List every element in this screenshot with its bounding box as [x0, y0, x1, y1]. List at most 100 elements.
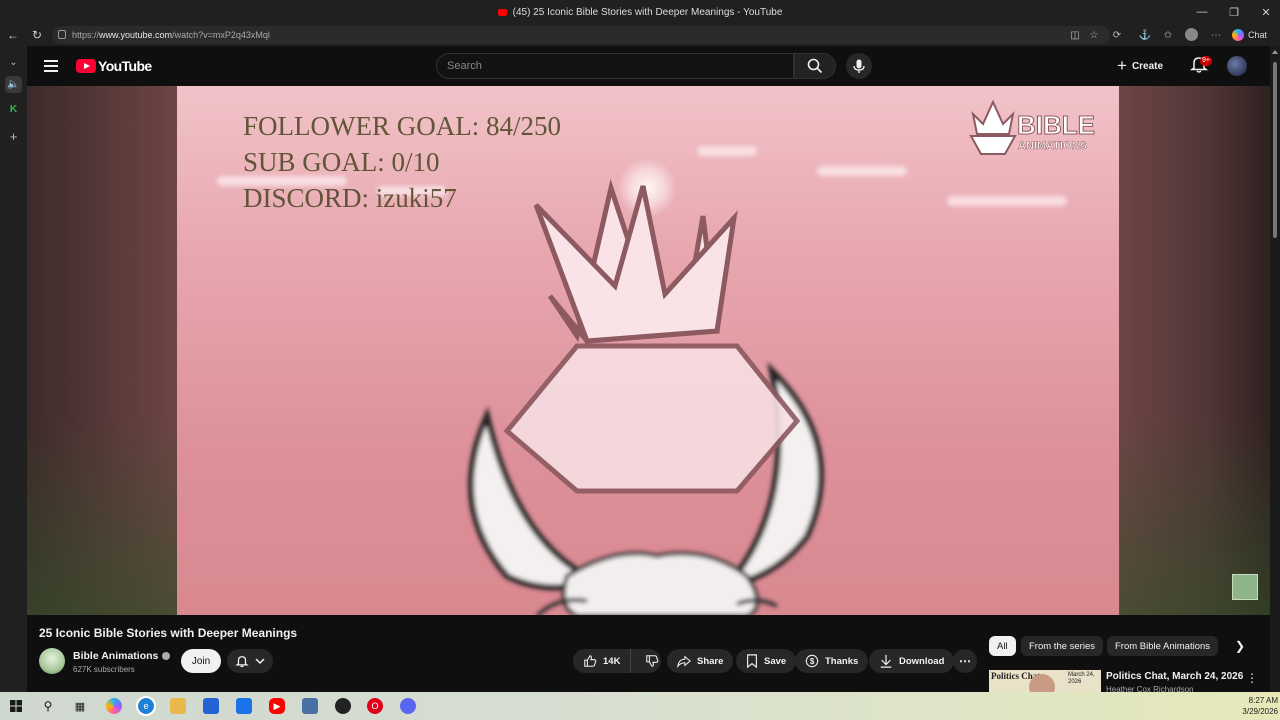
mic-icon [853, 59, 865, 73]
search-input[interactable]: Search [436, 53, 794, 79]
scroll-up-arrow-icon[interactable] [1272, 50, 1278, 54]
store-icon[interactable] [203, 698, 219, 714]
more-icon[interactable]: ⋯ [953, 649, 977, 673]
mail-icon[interactable] [236, 698, 252, 714]
thanks-label: Thanks [825, 655, 859, 667]
bull-with-crown-illustration [468, 178, 824, 615]
left-edge-gradient [27, 415, 177, 615]
video-player[interactable]: FOLLOWER GOAL: 84/250 SUB GOAL: 0/10 DIS… [27, 86, 1270, 615]
account-avatar[interactable] [1227, 56, 1247, 76]
add-tab-icon[interactable]: + [5, 128, 22, 145]
watermark-logo-icon [969, 100, 1017, 155]
chat-label: Chat [1248, 30, 1268, 40]
clock-time: 8:27 AM [1248, 696, 1278, 705]
verified-icon [162, 652, 171, 660]
close-window-button[interactable]: ✕ [1250, 0, 1280, 24]
channel-name-link[interactable]: Bible Animations [73, 650, 171, 662]
page-scrollbar[interactable] [1270, 46, 1280, 692]
app-taskbar-icon[interactable] [302, 698, 318, 714]
scrollbar-thumb[interactable] [1273, 62, 1277, 238]
chevron-down-icon[interactable]: ⌄ [5, 54, 22, 71]
discord-icon[interactable] [400, 698, 416, 714]
url-field[interactable]: https://www.youtube.com/watch?v=mxP2q43x… [52, 26, 1110, 44]
search-button[interactable] [794, 53, 836, 79]
overlay-line-discord: DISCORD: izuki57 [243, 183, 457, 213]
like-dislike-group: 14K [573, 649, 661, 673]
recommendation-thumbnail[interactable]: Politics Chat March 24, 2026 [989, 670, 1101, 692]
youtube-play-icon [76, 59, 96, 73]
browser-title-bar: (45) 25 Iconic Bible Stories with Deeper… [0, 0, 1280, 24]
obs-icon[interactable] [335, 698, 351, 714]
download-label: Download [899, 655, 945, 667]
watermark-line2: ANIMATIONS [1018, 140, 1087, 153]
save-button[interactable]: Save [736, 649, 797, 673]
youtube-taskbar-icon[interactable]: ▶ [269, 698, 285, 714]
back-arrow-icon[interactable]: ← [4, 27, 22, 43]
profile-icon[interactable] [1185, 28, 1198, 41]
app-available-icon[interactable]: ◫ [1068, 28, 1082, 42]
k-app-icon[interactable]: K [5, 101, 22, 118]
video-frame: FOLLOWER GOAL: 84/250 SUB GOAL: 0/10 DIS… [177, 86, 1119, 615]
download-button[interactable]: Download [869, 649, 955, 673]
taskbar-search-icon[interactable]: ⚲ [40, 698, 56, 714]
create-label: Create [1131, 60, 1164, 72]
favorites-icon[interactable]: ✩ [1161, 28, 1175, 42]
chip-from-bible-animations[interactable]: From Bible Animations [1107, 636, 1219, 656]
browser-essentials-icon[interactable]: ⚓ [1138, 28, 1152, 42]
edge-taskbar-icon[interactable]: e [136, 696, 156, 716]
overlay-line-sub-goal: SUB GOAL: 0/10 [243, 147, 440, 177]
chip-all[interactable]: All [989, 636, 1016, 656]
share-button[interactable]: Share [667, 649, 734, 673]
settings-more-icon[interactable]: ⋯ [1209, 28, 1223, 42]
speaker-tab-icon[interactable]: 🔈 [5, 76, 22, 93]
browser-sidebar: ⌄ 🔈 K + [0, 46, 27, 692]
favorite-star-icon[interactable]: ☆ [1087, 28, 1101, 42]
restore-button[interactable]: ❐ [1218, 0, 1250, 24]
youtube-wordmark: YouTube [98, 58, 152, 74]
dislike-button[interactable] [637, 649, 667, 673]
bible-animations-watermark: BIBLE ANIMATIONS [967, 100, 1107, 160]
menu-icon[interactable] [44, 60, 58, 72]
url-host: www.youtube.com [99, 30, 173, 40]
chevron-right-icon[interactable]: ❯ [1232, 638, 1248, 654]
extensions-icon[interactable]: ⟳ [1110, 28, 1124, 42]
task-view-icon[interactable]: ▦ [72, 698, 88, 714]
cloud [947, 196, 1067, 206]
join-button[interactable]: Join [181, 649, 221, 673]
create-button[interactable]: + Create [1117, 54, 1177, 78]
download-icon [880, 654, 892, 668]
url-path: /watch?v=mxP2q43xMql [172, 30, 270, 40]
dislike-icon [646, 655, 659, 667]
minimize-button[interactable]: — [1186, 0, 1218, 24]
copilot-chat-button[interactable]: Chat [1232, 26, 1276, 44]
file-explorer-icon[interactable] [170, 698, 186, 714]
channel-avatar[interactable] [39, 648, 65, 674]
like-button[interactable]: 14K [573, 649, 632, 673]
youtube-favicon-icon [497, 8, 507, 16]
voice-search-button[interactable] [846, 53, 872, 79]
youtube-masthead: YouTube Search + Create 9+ [27, 46, 1280, 86]
address-bar-row: ← ↻ https://www.youtube.com/watch?v=mxP2… [0, 24, 1280, 46]
clock-date: 3/29/2026 [1242, 707, 1278, 716]
chip-from-the-series[interactable]: From the series [1021, 636, 1103, 656]
chevron-down-icon [255, 658, 265, 665]
bell-icon [235, 656, 249, 668]
svg-text:$: $ [810, 657, 815, 666]
channel-watermark-thumbnail[interactable] [1232, 574, 1258, 600]
like-count: 14K [603, 655, 621, 667]
share-label: Share [697, 655, 724, 667]
recommendation-more-icon[interactable]: ⋮ [1246, 671, 1258, 685]
save-icon [747, 654, 757, 668]
opera-icon[interactable]: O [367, 698, 383, 714]
subscribed-notifications-button[interactable] [227, 649, 273, 673]
youtube-logo[interactable]: YouTube [76, 58, 152, 74]
system-clock[interactable]: 8:27 AM 3/29/2026 [1232, 695, 1278, 717]
copilot-taskbar-icon[interactable] [106, 698, 122, 714]
subscriber-count: 627K subscribers [73, 665, 135, 674]
thanks-button[interactable]: $ Thanks [795, 649, 869, 673]
recommendation-title[interactable]: Politics Chat, March 24, 2026 [1106, 671, 1243, 682]
copilot-icon [1232, 29, 1244, 41]
refresh-icon[interactable]: ↻ [28, 27, 46, 43]
windows-start-icon[interactable] [8, 698, 24, 714]
overlay-line-follower-goal: FOLLOWER GOAL: 84/250 [243, 111, 561, 141]
